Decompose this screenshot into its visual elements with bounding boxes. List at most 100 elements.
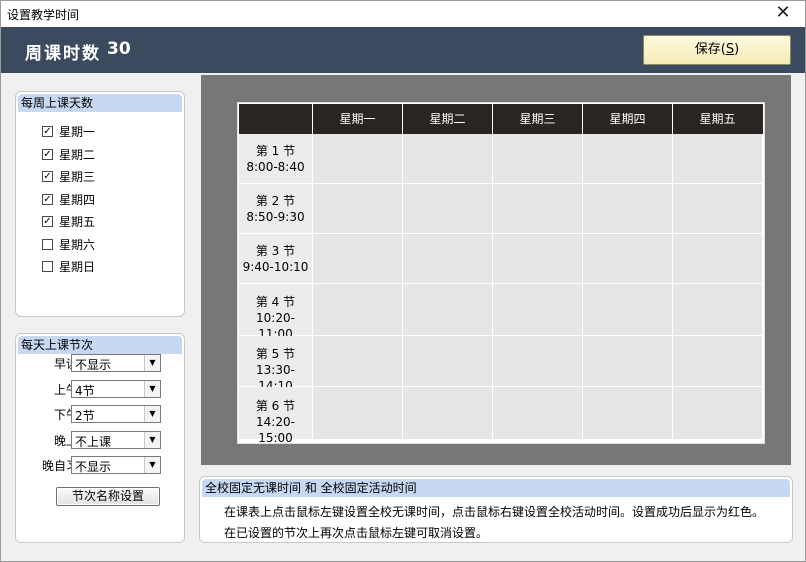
timetable-cell[interactable]	[312, 184, 402, 234]
period-count-value: 不显示	[75, 460, 112, 474]
timetable-cell[interactable]	[492, 284, 582, 336]
timetable-cell[interactable]	[312, 387, 402, 440]
period-row: 晚自习 不显示 ▼	[16, 456, 186, 474]
period-name: 第 4 节	[255, 295, 296, 309]
timetable-cell[interactable]	[672, 234, 762, 284]
checkbox-unchecked-icon[interactable]	[42, 261, 53, 272]
timetable-cell[interactable]	[492, 134, 582, 184]
period-count-value: 2节	[75, 409, 95, 423]
timetable-corner-cell	[239, 104, 312, 134]
chevron-down-icon[interactable]: ▼	[144, 431, 160, 448]
period-row: 下午 2节 ▼	[16, 405, 186, 423]
period-row-header: 第 1 节 8:00-8:40	[239, 134, 312, 184]
period-row-header: 第 6 节 14:20-15:00	[239, 387, 312, 445]
timetable-cell[interactable]	[402, 284, 492, 336]
fixed-time-note-title: 全校固定无课时间 和 全校固定活动时间	[202, 479, 790, 497]
weekday-column-header: 星期一	[312, 104, 402, 134]
day-option-label: 星期五	[59, 215, 96, 229]
day-option-label: 星期六	[59, 237, 96, 252]
timetable-cell[interactable]	[672, 336, 762, 387]
checkbox-checked-icon[interactable]: ✓	[42, 126, 53, 137]
day-option-label: 星期二	[59, 147, 96, 162]
timetable-cell[interactable]	[672, 184, 762, 234]
timetable-cell[interactable]	[672, 134, 762, 184]
day-option-label: 星期一	[59, 125, 96, 139]
weekday-column-header: 星期五	[672, 104, 762, 134]
period-time: 14:20-15:00	[256, 415, 295, 445]
timetable-cell[interactable]	[582, 134, 672, 184]
timetable-cell[interactable]	[492, 387, 582, 440]
timetable-cell[interactable]	[312, 336, 402, 387]
timetable-cell[interactable]	[582, 184, 672, 234]
close-icon[interactable]: ✕	[769, 2, 797, 24]
checkbox-checked-icon[interactable]: ✓	[42, 193, 53, 205]
timetable-cell[interactable]	[672, 387, 762, 440]
header-bar: 周课时数 30 保存(S)	[1, 27, 805, 73]
checkbox-checked-icon[interactable]: ✓	[42, 148, 53, 160]
period-count-select[interactable]: 不显示 ▼	[71, 354, 161, 372]
timetable-cell[interactable]	[402, 234, 492, 284]
chevron-down-icon[interactable]: ▼	[144, 457, 160, 473]
period-row-header: 第 2 节 8:50-9:30	[239, 184, 312, 234]
title-bar: 设置教学时间 ✕	[1, 1, 805, 27]
weekly-hours-value: 30	[107, 39, 131, 59]
period-count-value: 4节	[75, 383, 95, 398]
checkbox-checked-icon[interactable]: ✓	[42, 216, 53, 227]
period-time: 8:50-9:30	[246, 210, 305, 224]
period-name: 第 3 节	[255, 244, 296, 258]
weekday-column-header: 星期三	[492, 104, 582, 134]
period-row-header: 第 5 节 13:30-14:10	[239, 336, 312, 393]
period-name: 第 2 节	[255, 194, 296, 208]
timetable-cell[interactable]	[492, 234, 582, 284]
period-count-select[interactable]: 2节 ▼	[71, 405, 161, 423]
timetable-cell[interactable]	[312, 234, 402, 284]
timetable-cell[interactable]	[402, 387, 492, 440]
day-option-label: 星期三	[59, 170, 96, 184]
save-button[interactable]: 保存(S)	[643, 35, 791, 65]
settings-window: 设置教学时间 ✕ 周课时数 30 保存(S) 每周上课天数 ✓ 星期一 ✓ 星期二 ✓ 星…	[0, 0, 806, 562]
period-name-settings-button[interactable]: 节次名称设置	[56, 487, 160, 506]
period-time: 8:00-8:40	[246, 160, 305, 174]
period-count-value: 不上课	[75, 434, 112, 449]
days-per-week-title: 每周上课天数	[18, 94, 182, 112]
timetable-cell[interactable]	[582, 387, 672, 440]
chevron-down-icon[interactable]: ▼	[144, 406, 160, 422]
timetable-cell[interactable]	[582, 284, 672, 336]
period-count-select[interactable]: 不上课 ▼	[71, 430, 161, 449]
periods-per-day-title: 每天上课节次	[18, 336, 182, 354]
note-line-2: 在已设置的节次上再次点击鼠标左键可取消设置。	[224, 526, 489, 540]
timetable-cell[interactable]	[312, 134, 402, 184]
period-name: 第 6 节	[255, 399, 296, 413]
timetable-cell[interactable]	[312, 284, 402, 336]
days-per-week-panel: 每周上课天数 ✓ 星期一 ✓ 星期二 ✓ 星期三 ✓ 星期四 ✓ 星期五 星期六 星期日	[15, 91, 185, 317]
weekday-column-header: 星期四	[582, 104, 672, 134]
chevron-down-icon[interactable]: ▼	[144, 380, 160, 397]
timetable-cell[interactable]	[672, 284, 762, 336]
period-row: 晚上 不上课 ▼	[16, 430, 186, 449]
checkbox-unchecked-icon[interactable]	[42, 238, 53, 250]
periods-per-day-panel: 每天上课节次 早读 不显示 ▼ 上午 4节 ▼ 下午 2节 ▼ 晚上 不上课 ▼ 晚自习 不显示 ▼ 节次名…	[15, 333, 185, 543]
period-row-header: 第 4 节 10:20-11:00	[239, 284, 312, 341]
period-name: 第 1 节	[255, 144, 296, 158]
period-count-select[interactable]: 4节 ▼	[71, 379, 161, 398]
timetable-cell[interactable]	[582, 336, 672, 387]
chevron-down-icon[interactable]: ▼	[144, 355, 160, 371]
period-time: 9:40-10:10	[242, 260, 309, 274]
checkbox-checked-icon[interactable]: ✓	[42, 171, 53, 182]
period-row: 早读 不显示 ▼	[16, 354, 186, 372]
weekly-hours-label: 周课时数	[25, 44, 101, 64]
period-row: 上午 4节 ▼	[16, 379, 186, 398]
timetable-cell[interactable]	[492, 336, 582, 387]
timetable-cell[interactable]	[402, 336, 492, 387]
period-count-select[interactable]: 不显示 ▼	[71, 456, 161, 474]
timetable-area: 星期一 星期二 星期三 星期四 星期五 第 1 节 8:00-8:40 第 2 节 8:50-…	[201, 75, 791, 465]
timetable-grid: 星期一 星期二 星期三 星期四 星期五 第 1 节 8:00-8:40 第 2 节 8:50-…	[237, 102, 765, 445]
period-name: 第 5 节	[255, 347, 296, 361]
timetable-cell[interactable]	[492, 184, 582, 234]
period-count-value: 不显示	[75, 358, 112, 372]
timetable-cell[interactable]	[582, 234, 672, 284]
note-line-1: 在课表上点击鼠标左键设置全校无课时间，点击鼠标右键设置全校活动时间。设置成功后显…	[224, 505, 765, 519]
timetable-cell[interactable]	[402, 184, 492, 234]
day-option-label: 星期四	[59, 192, 96, 207]
timetable-cell[interactable]	[402, 134, 492, 184]
